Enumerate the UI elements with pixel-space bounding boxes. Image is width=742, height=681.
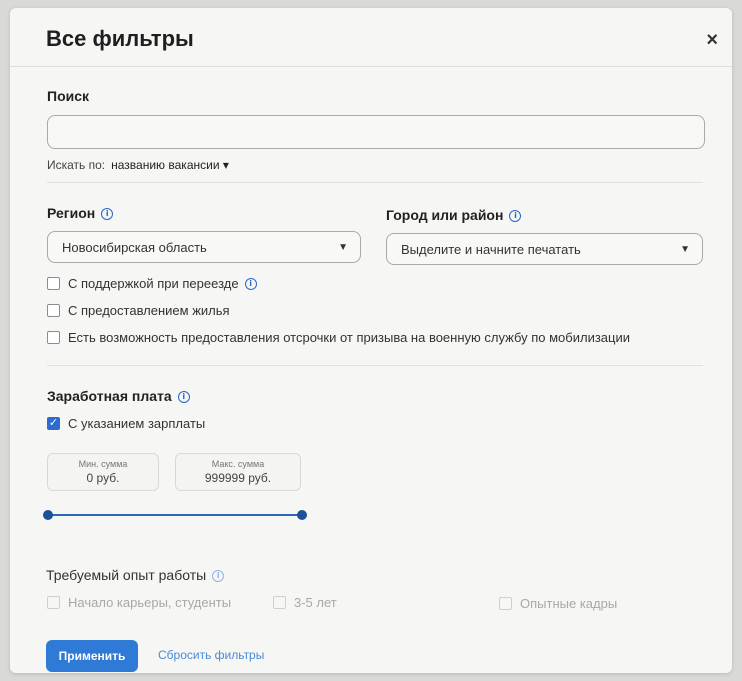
option-label: С поддержкой при переезде [68,276,239,291]
info-icon[interactable]: i [244,277,257,290]
experience-label: Требуемый опыт работы i [46,567,225,583]
salary-max-field[interactable]: Макс. сумма 999999 руб. [175,453,301,491]
city-label-text: Город или район [386,207,504,223]
checkbox[interactable] [47,277,60,290]
region-select-value: Новосибирская область [62,240,207,255]
salary-slider-min-handle[interactable] [43,510,53,520]
salary-label-text: Заработная плата [47,388,172,404]
info-icon[interactable]: i [509,210,522,223]
salary-max-caption: Макс. сумма [211,459,265,469]
checkbox[interactable] [47,596,60,609]
search-label: Поиск [47,88,90,104]
option-label: С предоставлением жилья [68,303,230,318]
option-relocation[interactable]: С поддержкой при переезде i [47,276,257,291]
option-deferment[interactable]: Есть возможность предоставления отсрочки… [47,330,630,345]
info-icon[interactable]: i [212,570,225,583]
salary-max-value: 999999 руб. [204,471,272,485]
city-select-placeholder: Выделите и начните печатать [401,242,581,257]
modal-header: Все фильтры × [10,8,732,67]
checkbox[interactable] [47,304,60,317]
checkbox[interactable] [273,596,286,609]
divider [47,182,703,183]
salary-min-field[interactable]: Мин. сумма 0 руб. [47,453,159,491]
modal-title: Все фильтры [46,26,194,51]
option-label: Есть возможность предоставления отсрочки… [68,330,630,345]
salary-min-caption: Мин. сумма [78,459,128,469]
option-housing[interactable]: С предоставлением жилья [47,303,230,318]
experience-option-beginner[interactable]: Начало карьеры, студенты [47,595,231,610]
option-label: Опытные кадры [520,596,618,611]
city-select[interactable]: Выделите и начните печатать ▼ [386,233,703,265]
region-label: Регион i [47,205,114,221]
salary-min-value: 0 руб. [86,471,120,485]
with-salary-label: С указанием зарплаты [68,416,206,431]
reset-filters-link[interactable]: Сбросить фильтры [158,648,264,662]
region-label-text: Регион [47,205,96,221]
filters-modal: Все фильтры × Поиск Искать по: названию в… [10,8,732,673]
salary-label: Заработная плата i [47,388,190,404]
experience-option-3-5[interactable]: 3-5 лет [273,595,337,610]
apply-button[interactable]: Применить [46,640,138,672]
search-by: Искать по: названию вакансии ▾ [47,158,229,172]
experience-option-experienced[interactable]: Опытные кадры [499,596,617,611]
experience-label-text: Требуемый опыт работы [46,567,207,583]
city-label: Город или район i [386,207,522,223]
region-select[interactable]: Новосибирская область ▼ [47,231,361,263]
salary-slider-track[interactable] [48,514,302,516]
option-label: Начало карьеры, студенты [68,595,232,610]
caret-down-icon: ▼ [680,244,690,255]
search-by-label: Искать по: [47,158,106,172]
search-input[interactable] [47,115,705,149]
option-label: 3-5 лет [294,595,337,610]
divider [47,365,703,366]
checkbox[interactable] [47,331,60,344]
caret-down-icon: ▼ [338,242,348,253]
salary-slider-max-handle[interactable] [297,510,307,520]
info-icon[interactable]: i [177,391,190,404]
checkbox[interactable] [499,597,512,610]
checkbox-checked-icon[interactable]: ✓ [47,417,60,430]
search-by-dropdown[interactable]: названию вакансии ▾ [111,158,229,172]
with-salary-checkbox-row[interactable]: ✓ С указанием зарплаты [47,416,205,431]
info-icon[interactable]: i [101,208,114,221]
close-icon[interactable]: × [706,30,718,50]
